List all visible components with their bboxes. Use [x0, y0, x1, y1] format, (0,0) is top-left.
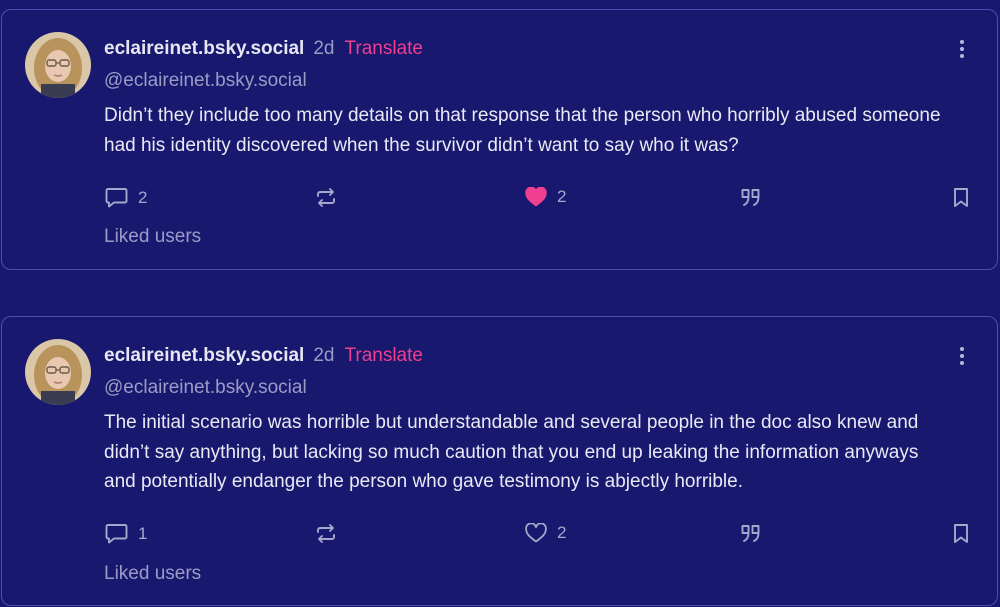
- speech-bubble-icon: [105, 524, 128, 544]
- post-time[interactable]: 2d: [313, 345, 334, 367]
- heart-icon: [525, 187, 547, 207]
- post-text: Didn’t they include too many details on …: [104, 101, 984, 160]
- translate-link[interactable]: Translate: [344, 38, 423, 60]
- post-card[interactable]: eclaireinet.bsky.social 2d Translate @ec…: [1, 316, 998, 606]
- reply-count: 1: [138, 523, 148, 543]
- post-time[interactable]: 2d: [313, 38, 334, 60]
- like-button[interactable]: 2: [525, 523, 566, 543]
- post-text-line: The initial scenario was horrible but un…: [104, 412, 919, 433]
- translate-link[interactable]: Translate: [344, 345, 423, 367]
- more-options-button[interactable]: [957, 347, 967, 367]
- quote-icon: [741, 525, 760, 542]
- bookmark-icon: [954, 188, 968, 207]
- post-text-line: and potentially endanger the person who …: [104, 471, 743, 492]
- post-text-line: didn’t say anything, but lacking so much…: [104, 441, 919, 463]
- post-header: eclaireinet.bsky.social 2d Translate: [104, 345, 423, 371]
- more-options-button[interactable]: [957, 40, 967, 60]
- bookmark-icon: [954, 524, 968, 543]
- author-handle[interactable]: @eclaireinet.bsky.social: [104, 70, 307, 92]
- bookmark-button[interactable]: [952, 187, 970, 208]
- author-handle[interactable]: @eclaireinet.bsky.social: [104, 377, 307, 399]
- reply-count: 2: [138, 187, 148, 207]
- author-name[interactable]: eclaireinet.bsky.social: [104, 345, 304, 367]
- post-card[interactable]: eclaireinet.bsky.social 2d Translate @ec…: [1, 9, 998, 270]
- repost-arrows-icon: [317, 524, 335, 543]
- like-count: 2: [557, 523, 567, 542]
- avatar[interactable]: [25, 32, 91, 98]
- reply-button[interactable]: 2: [105, 187, 147, 208]
- quote-button[interactable]: [740, 187, 762, 208]
- liked-users-link[interactable]: Liked users: [104, 563, 201, 585]
- author-name[interactable]: eclaireinet.bsky.social: [104, 38, 304, 60]
- quote-button[interactable]: [740, 523, 762, 544]
- repost-button[interactable]: [315, 187, 337, 208]
- reply-button[interactable]: 1: [105, 523, 147, 544]
- quote-icon: [741, 189, 760, 206]
- liked-users-link[interactable]: Liked users: [104, 226, 201, 248]
- avatar[interactable]: [25, 339, 91, 405]
- like-button[interactable]: 2: [525, 187, 566, 207]
- post-text-line: had his identity discovered when the sur…: [104, 134, 739, 156]
- repost-button[interactable]: [315, 523, 337, 544]
- speech-bubble-icon: [105, 188, 128, 208]
- vertical-dots-icon: [960, 40, 964, 44]
- post-text: The initial scenario was horrible but un…: [104, 408, 984, 497]
- repost-arrows-icon: [317, 188, 335, 207]
- post-header: eclaireinet.bsky.social 2d Translate: [104, 38, 423, 64]
- bookmark-button[interactable]: [952, 523, 970, 544]
- post-text-line: Didn’t they include too many details on …: [104, 105, 941, 126]
- like-count: 2: [557, 187, 567, 206]
- heart-icon: [525, 523, 547, 543]
- vertical-dots-icon: [960, 347, 964, 351]
